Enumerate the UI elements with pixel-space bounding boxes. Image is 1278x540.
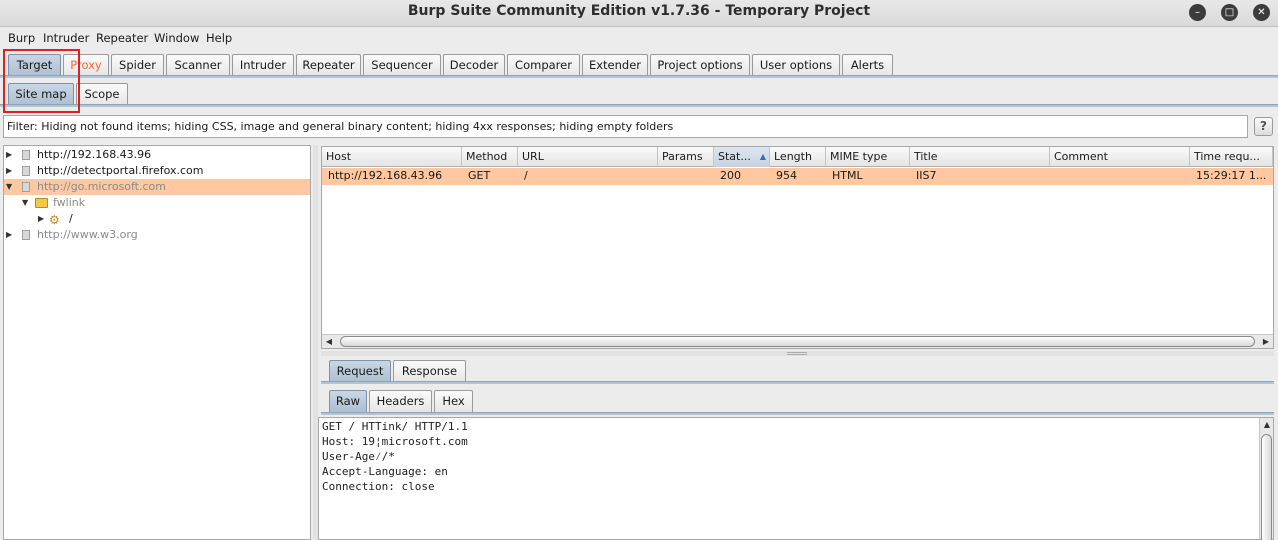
splitter-grip-icon [787,352,807,355]
column-status[interactable]: Stat... ▲ [714,147,770,167]
title-bar: Burp Suite Community Edition v1.7.36 - T… [0,0,1278,27]
request-editor[interactable]: GET / HTTink/ HTTP/1.1 Host: 19¦microsof… [318,417,1274,540]
tab-extender[interactable]: Extender [582,54,648,76]
tree-node[interactable]: ▶ http://192.168.43.96 [4,147,310,163]
cell-method: GET [468,169,491,182]
view-tab-bar: Raw Headers Hex [321,386,1274,417]
tab-sequencer[interactable]: Sequencer [363,54,441,76]
scroll-up-icon[interactable]: ▲ [1260,418,1274,432]
cell-url: / [524,169,528,182]
menu-intruder[interactable]: Intruder [43,31,89,45]
annotation-highlight-box [3,49,80,113]
maximize-icon[interactable]: □ [1221,4,1238,21]
tab-request[interactable]: Request [329,360,391,382]
cell-title: IIS7 [916,169,937,182]
scrollbar-thumb[interactable] [340,336,1255,347]
tree-node[interactable]: ▶ ⚙ / [4,211,310,227]
table-row[interactable]: http://192.168.43.96 GET / 200 954 HTML … [322,168,1273,185]
collapsed-arrow-icon[interactable]: ▶ [6,227,12,243]
scrollbar-thumb[interactable] [1261,434,1272,540]
column-length[interactable]: Length [770,147,826,167]
filter-bar[interactable]: Filter: Hiding not found items; hiding C… [3,115,1248,138]
message-tab-bar: Request Response [321,356,1274,386]
scroll-right-icon[interactable]: ▶ [1259,335,1273,349]
tab-comparer[interactable]: Comparer [507,54,580,76]
tree-node[interactable]: ▶ http://detectportal.firefox.com [4,163,310,179]
tree-node-selected[interactable]: ▼ http://go.microsoft.com [4,179,310,195]
expanded-arrow-icon[interactable]: ▼ [6,179,12,195]
tab-scope[interactable]: Scope [76,83,128,105]
tree-node[interactable]: ▶ http://www.w3.org [4,227,310,243]
menu-help[interactable]: Help [206,31,232,45]
menu-window[interactable]: Window [154,31,199,45]
view-tab-underline [321,412,1274,415]
menu-bar: Burp Intruder Repeater Window Help [0,27,1278,48]
tab-project-options[interactable]: Project options [650,54,750,76]
gear-icon: ⚙ [49,213,60,227]
cell-params [658,168,714,185]
message-tab-underline [321,381,1274,384]
cell-host: http://192.168.43.96 [328,169,443,182]
tab-user-options[interactable]: User options [752,54,840,76]
subtab-underline [0,104,1278,107]
page-icon [22,182,30,192]
column-params[interactable]: Params [658,147,714,167]
minimize-icon[interactable]: – [1189,4,1206,21]
column-method[interactable]: Method [462,147,518,167]
close-icon[interactable]: ✕ [1253,4,1270,21]
tree-node[interactable]: ▼ fwlink [4,195,310,211]
page-icon [22,166,30,176]
collapsed-arrow-icon[interactable]: ▶ [6,163,12,179]
tab-response[interactable]: Response [393,360,466,382]
sort-ascending-icon: ▲ [759,152,766,161]
expanded-arrow-icon[interactable]: ▼ [22,195,28,211]
menu-repeater[interactable]: Repeater [96,31,148,45]
request-text[interactable]: GET / HTTink/ HTTP/1.1 Host: 19¦microsof… [322,419,468,494]
collapsed-arrow-icon[interactable]: ▶ [38,211,44,227]
collapsed-arrow-icon[interactable]: ▶ [6,147,12,163]
cell-time-requested: 15:29:17 1... [1196,169,1267,182]
column-host[interactable]: Host [322,147,462,167]
tab-headers[interactable]: Headers [369,390,432,412]
help-button[interactable]: ? [1254,117,1273,136]
column-mime-type[interactable]: MIME type [826,147,910,167]
tab-raw[interactable]: Raw [329,390,367,412]
requests-table: Host Method URL Params Stat... ▲ Length … [321,146,1274,349]
cell-status: 200 [720,169,741,182]
tab-hex[interactable]: Hex [434,390,473,412]
page-icon [22,230,30,240]
column-comment[interactable]: Comment [1050,147,1190,167]
horizontal-scrollbar[interactable]: ◀ ▶ [322,334,1273,348]
window-title: Burp Suite Community Edition v1.7.36 - T… [407,3,871,19]
folder-icon [35,198,48,208]
vertical-scrollbar[interactable]: ▲ [1259,418,1274,540]
tab-repeater[interactable]: Repeater [296,54,361,76]
cell-comment [1050,168,1190,185]
table-header: Host Method URL Params Stat... ▲ Length … [322,147,1273,167]
tab-intruder[interactable]: Intruder [232,54,294,76]
tab-spider[interactable]: Spider [111,54,164,76]
scroll-left-icon[interactable]: ◀ [322,335,336,349]
tab-decoder[interactable]: Decoder [443,54,505,76]
column-title[interactable]: Title [910,147,1050,167]
column-time-requested[interactable]: Time requ... [1190,147,1273,167]
column-url[interactable]: URL [518,147,658,167]
target-subtab-bar: Site map Scope [0,78,1278,108]
cell-length: 954 [776,169,797,182]
tab-alerts[interactable]: Alerts [842,54,893,76]
main-tab-bar: Target Proxy Spider Scanner Intruder Rep… [0,48,1278,78]
cell-mime-type: HTML [832,169,863,182]
tab-scanner[interactable]: Scanner [166,54,230,76]
page-icon [22,150,30,160]
menu-burp[interactable]: Burp [8,31,35,45]
site-map-tree: ▶ http://192.168.43.96 ▶ http://detectpo… [3,145,311,540]
